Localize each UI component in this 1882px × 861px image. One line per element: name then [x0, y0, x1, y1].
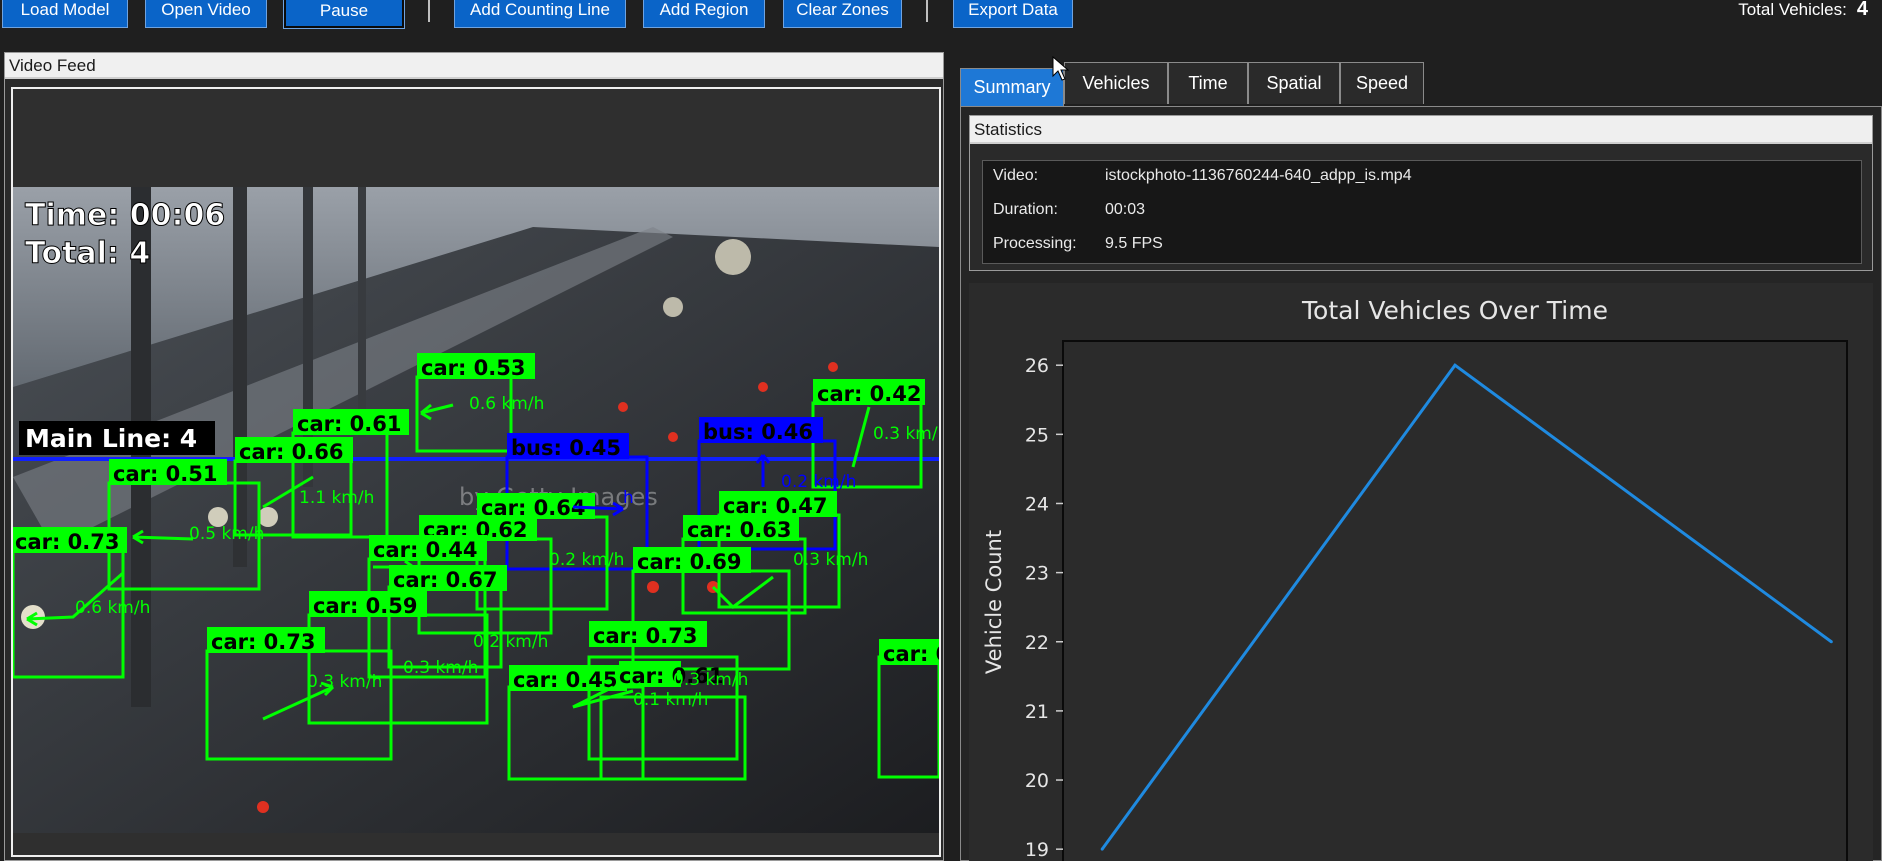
speed-label: 0.2 km/h [549, 550, 624, 570]
detection-label: car: 0.73 [211, 630, 316, 654]
app-window: Load Model Open Video Pause Add Counting… [0, 0, 1882, 861]
y-tick-label: 22 [1025, 632, 1049, 654]
toolbar-separator [428, 0, 430, 22]
total-vehicles-indicator: Total Vehicles: 4 [1738, 0, 1868, 21]
plot-area [1062, 340, 1848, 861]
chart-title: Total Vehicles Over Time [1301, 296, 1608, 325]
speed-label: 0.3 km/h [873, 424, 939, 444]
speed-label: 0.3 km/h [307, 672, 382, 692]
speed-label: 1.1 km/h [299, 488, 374, 508]
pause-button[interactable]: Pause [283, 0, 405, 29]
statistics-header: Statistics [970, 116, 1872, 144]
speed-label: 0.6 km/h [75, 598, 150, 618]
y-tick-label: 21 [1025, 701, 1049, 723]
pillar [358, 187, 366, 437]
headlight [663, 297, 683, 317]
tab-summary[interactable]: Summary [960, 68, 1064, 106]
detection-label: car: 0.73 [593, 624, 698, 648]
statistics-group: Statistics Video: istockphoto-1136760244… [969, 115, 1873, 271]
mouse-cursor-icon [1052, 56, 1070, 81]
data-point [1453, 363, 1457, 367]
data-point [1829, 640, 1833, 644]
tail-light [257, 801, 269, 813]
video-feed-header: Video Feed [5, 53, 943, 79]
total-vehicles-value: 4 [1856, 0, 1868, 20]
tab-spatial[interactable]: Spatial [1248, 62, 1340, 104]
statistics-title: Statistics [974, 120, 1043, 139]
speed-label: 0.3 km/h [673, 670, 748, 690]
speed-label: 0.6 km/h [469, 394, 544, 414]
stat-label: Duration: [993, 201, 1058, 218]
tail-light [618, 402, 628, 412]
tab-vehicles[interactable]: Vehicles [1064, 62, 1168, 104]
detection-label: car: 0.53 [421, 356, 526, 380]
tail-light [668, 432, 678, 442]
speed-label: 0.5 km/h [189, 524, 264, 544]
toolbar-separator [926, 0, 928, 22]
y-axis-label: Vehicle Count [982, 530, 1006, 674]
statistics-body: Video: istockphoto-1136760244-640_adpp_i… [982, 160, 1862, 264]
speed-label: 0.2 km/h [781, 472, 856, 492]
stat-label: Processing: [993, 235, 1077, 252]
detection-label: car: 0.63 [687, 518, 792, 542]
detection-label: car: 0.73 [15, 530, 120, 554]
detection-label: car: 0.42 [817, 382, 922, 406]
detection-label: car: 0 [883, 642, 939, 666]
series-line [1100, 363, 1833, 851]
y-tick-label: 23 [1025, 563, 1049, 585]
video-image: Time: 00:06 Total: 4 Main Line: 4 by Get… [13, 187, 939, 833]
y-tick-label: 24 [1025, 493, 1049, 515]
stat-value: istockphoto-1136760244-640_adpp_is.mp4 [1105, 167, 1412, 184]
toolbar: Load Model Open Video Pause Add Counting… [0, 0, 1882, 40]
add-counting-line-button[interactable]: Add Counting Line [454, 0, 626, 28]
speed-label: 0.2 km/h [473, 632, 548, 652]
detection-label: car: 0.51 [113, 462, 218, 486]
chart-canvas: Total Vehicles Over Time 19 20 21 22 23 24 25 26… [982, 296, 1848, 861]
video-feed-panel: Video Feed Time: 00:06 Total: 4 Main Lin… [4, 52, 944, 861]
speed-label: h [623, 488, 634, 508]
stat-label: Video: [993, 167, 1039, 184]
open-video-button[interactable]: Open Video [145, 0, 267, 28]
detection-label: car: 0.69 [637, 550, 742, 574]
counting-line-label: Main Line: 4 [25, 424, 197, 453]
y-tick-label: 26 [1025, 355, 1049, 377]
detection-label: car: 0.45 [513, 668, 618, 692]
detection-label: car: 0.44 [373, 538, 478, 562]
clear-zones-button[interactable]: Clear Zones [783, 0, 902, 28]
total-vehicles-label: Total Vehicles: [1738, 0, 1847, 19]
add-region-button[interactable]: Add Region [643, 0, 765, 28]
tail-light [758, 382, 768, 392]
tail-light [647, 581, 659, 593]
detection-label: car: 0.61 [297, 412, 402, 436]
tab-time[interactable]: Time [1168, 62, 1248, 104]
speed-label: 0.1 km/h [633, 690, 708, 710]
y-tick-label: 19 [1025, 839, 1049, 861]
stat-value: 00:03 [1105, 201, 1146, 218]
data-point [1100, 847, 1104, 851]
load-model-button[interactable]: Load Model [2, 0, 128, 28]
speed-label: 0.3 km/h [793, 550, 868, 570]
time-overlay: Time: 00:06 [25, 198, 225, 233]
video-frame: Time: 00:06 Total: 4 Main Line: 4 by Get… [11, 87, 941, 857]
y-tick-label: 25 [1025, 424, 1049, 446]
detection-label: car: 0.66 [239, 440, 344, 464]
total-overlay: Total: 4 [25, 236, 150, 271]
detection-label: bus: 0.46 [703, 420, 813, 444]
summary-tab-content: Statistics Video: istockphoto-1136760244… [960, 106, 1882, 861]
detection-label: car: 0.59 [313, 594, 418, 618]
detection-label: car: 0.47 [723, 494, 828, 518]
vehicles-over-time-chart: Total Vehicles Over Time 19 20 21 22 23 24 25 26… [969, 283, 1873, 861]
tail-light [828, 362, 838, 372]
tab-speed[interactable]: Speed [1340, 62, 1424, 104]
export-data-button[interactable]: Export Data [953, 0, 1073, 28]
stat-value: 9.5 FPS [1105, 235, 1163, 252]
video-feed-title: Video Feed [9, 56, 96, 75]
y-tick-label: 20 [1025, 770, 1049, 792]
detection-label: bus: 0.45 [511, 436, 621, 460]
headlight [715, 239, 751, 275]
speed-label: 0.3 km/h [403, 658, 478, 678]
